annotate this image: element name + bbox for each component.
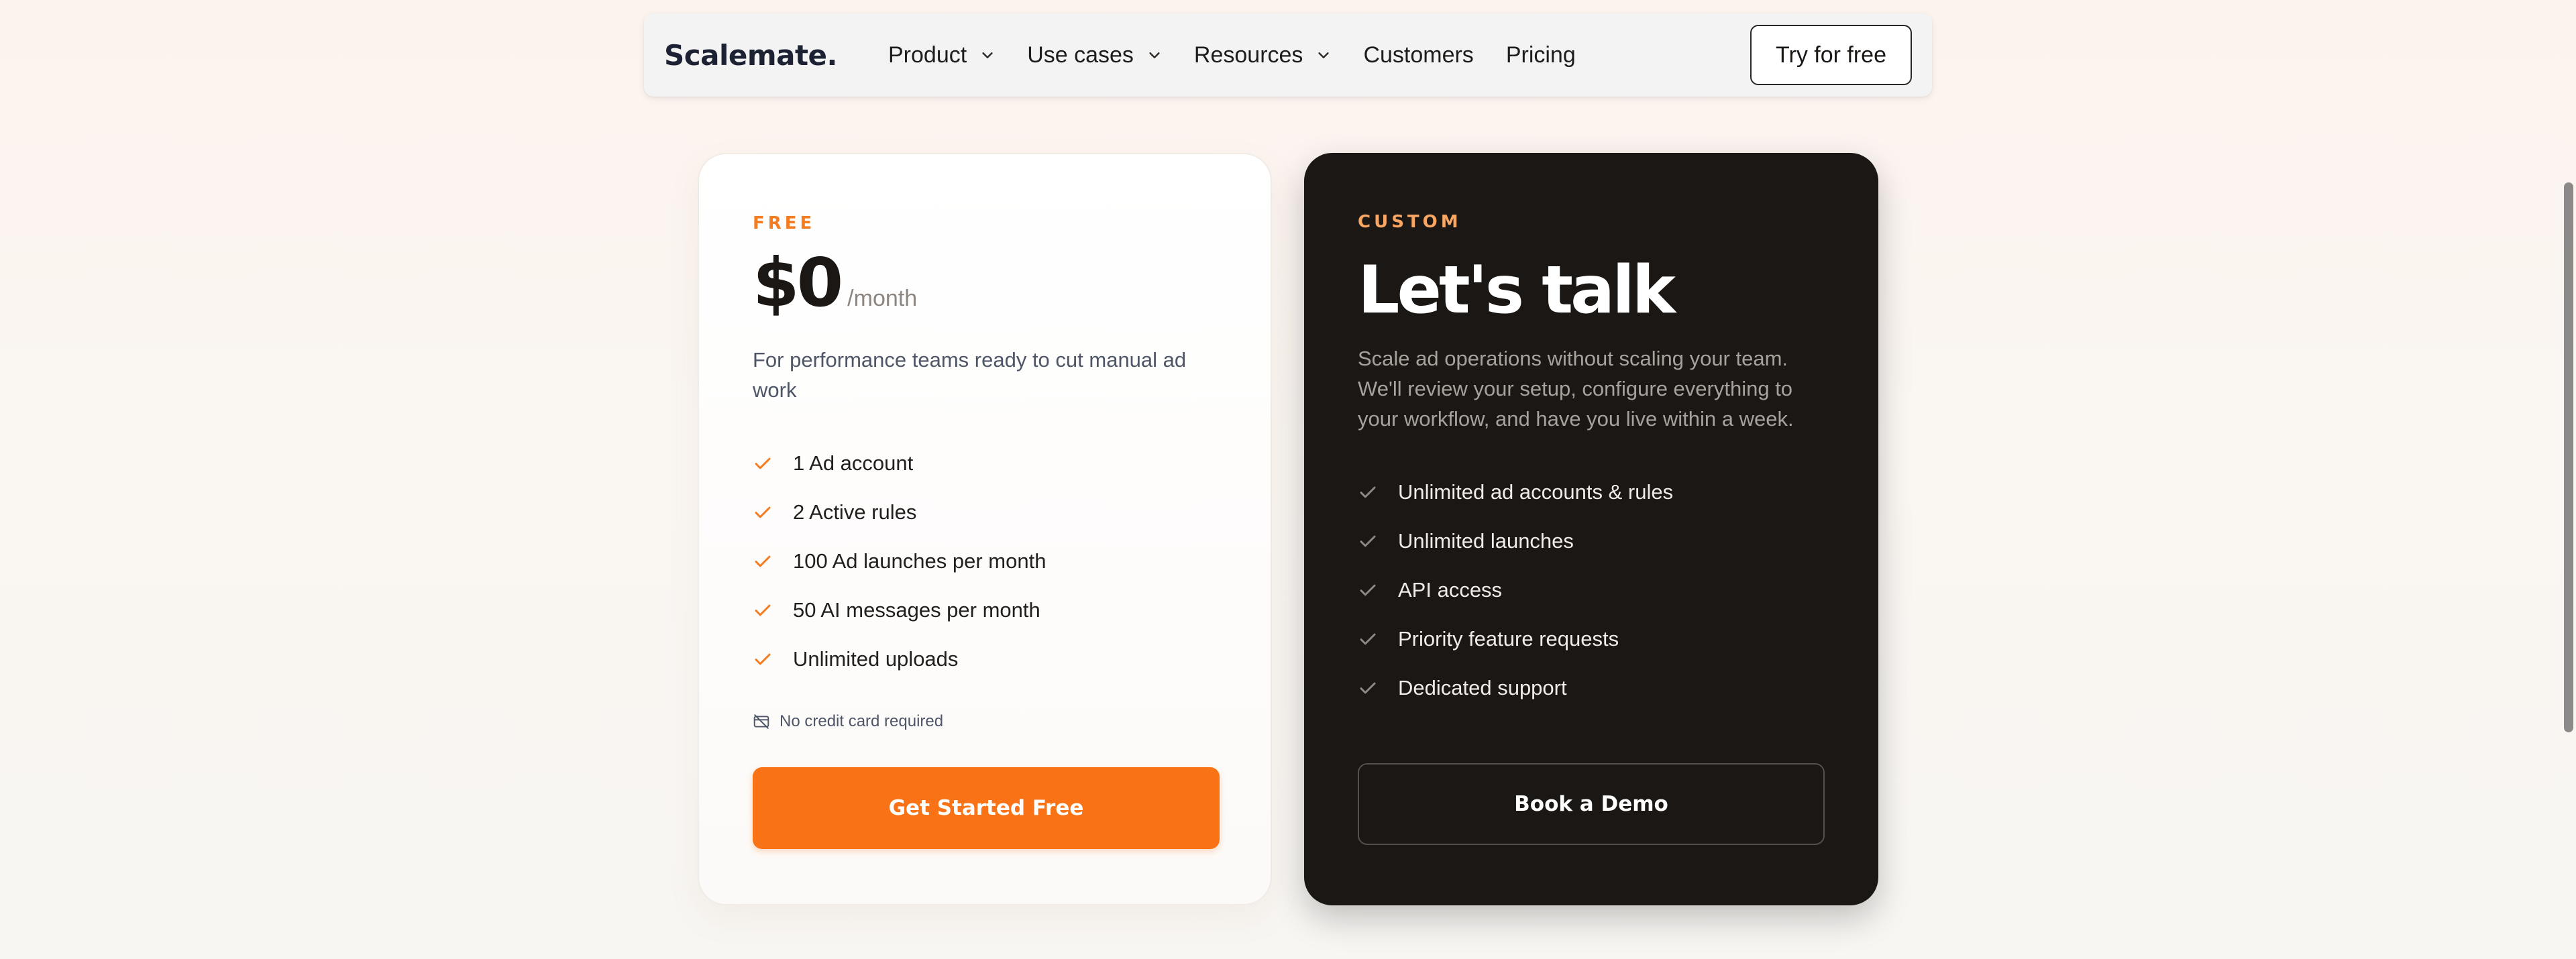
feature-text: 50 AI messages per month: [793, 598, 1040, 622]
nav-links: Product Use cases Resources Customers Pr…: [888, 42, 1750, 68]
book-a-demo-button[interactable]: Book a Demo: [1358, 763, 1825, 845]
scrollbar-thumb[interactable]: [2564, 182, 2573, 732]
feature-item: 2 Active rules: [753, 488, 1217, 537]
plan-description: Scale ad operations without scaling your…: [1358, 347, 1794, 431]
nav-item-customers[interactable]: Customers: [1363, 42, 1473, 68]
nav-item-pricing[interactable]: Pricing: [1506, 42, 1576, 68]
feature-text: Priority feature requests: [1398, 626, 1619, 651]
feature-item: Dedicated support: [1358, 663, 1825, 712]
feature-item: Priority feature requests: [1358, 614, 1825, 663]
feature-list: 1 Ad account 2 Active rules 100 Ad launc…: [753, 439, 1217, 683]
feature-text: API access: [1398, 577, 1503, 602]
feature-text: Unlimited ad accounts & rules: [1398, 480, 1674, 504]
feature-item: 50 AI messages per month: [753, 585, 1217, 634]
nav-item-resources[interactable]: Resources: [1194, 42, 1332, 68]
pricing-card-free: FREE $0 /month For performance teams rea…: [698, 153, 1272, 905]
check-icon: [1360, 633, 1376, 644]
plan-price: $0: [753, 243, 843, 322]
check-icon: [755, 457, 771, 469]
plan-tier-label: CUSTOM: [1358, 212, 1462, 232]
no-credit-card-icon: [753, 714, 769, 729]
feature-text: Unlimited uploads: [793, 646, 959, 671]
page-scrollbar[interactable]: [2560, 0, 2576, 959]
try-for-free-button[interactable]: Try for free: [1750, 25, 1912, 85]
check-icon: [1360, 535, 1376, 547]
plan-headline: Let's talk: [1358, 252, 1676, 329]
nav-item-label: Customers: [1363, 42, 1474, 68]
get-started-free-button[interactable]: Get Started Free: [753, 767, 1220, 849]
feature-list: Unlimited ad accounts & rules Unlimited …: [1358, 467, 1825, 712]
check-icon: [755, 653, 771, 665]
brand-logo[interactable]: Scalemate.: [664, 39, 838, 72]
plan-tier-label: FREE: [753, 213, 816, 233]
check-icon: [755, 555, 771, 567]
check-icon: [755, 604, 771, 616]
navbar: Scalemate. Product Use cases Resources C…: [644, 13, 1932, 97]
feature-text: 2 Active rules: [793, 500, 917, 524]
chevron-down-icon: [1149, 52, 1160, 58]
check-icon: [755, 506, 771, 518]
feature-item: Unlimited uploads: [753, 634, 1217, 683]
check-icon: [1360, 486, 1376, 498]
feature-text: 100 Ad launches per month: [793, 549, 1046, 573]
feature-item: API access: [1358, 565, 1825, 614]
feature-item: Unlimited launches: [1358, 516, 1825, 565]
nav-item-label: Pricing: [1505, 42, 1576, 68]
feature-item: 1 Ad account: [753, 439, 1217, 488]
check-icon: [1360, 682, 1376, 693]
note-text: No credit card required: [780, 712, 944, 730]
chevron-down-icon: [982, 52, 993, 58]
check-icon: [1360, 584, 1376, 596]
pricing-card-custom: CUSTOM Let's talk Scale ad operations wi…: [1304, 153, 1878, 905]
nav-item-label: Product: [888, 42, 967, 68]
feature-text: Dedicated support: [1398, 675, 1567, 699]
feature-item: 100 Ad launches per month: [753, 537, 1217, 585]
feature-text: Unlimited launches: [1398, 528, 1574, 553]
no-credit-card-note: No credit card required: [753, 712, 943, 731]
price-row: $0 /month: [753, 249, 1217, 325]
price-unit: /month: [847, 286, 918, 311]
nav-item-use-cases[interactable]: Use cases: [1027, 42, 1162, 68]
nav-item-label: Resources: [1193, 42, 1303, 68]
feature-item: Unlimited ad accounts & rules: [1358, 467, 1825, 516]
chevron-down-icon: [1318, 52, 1330, 58]
plan-description: For performance teams ready to cut manua…: [753, 348, 1187, 402]
feature-text: 1 Ad account: [793, 451, 914, 475]
nav-item-product[interactable]: Product: [888, 42, 995, 68]
nav-item-label: Use cases: [1027, 42, 1134, 68]
